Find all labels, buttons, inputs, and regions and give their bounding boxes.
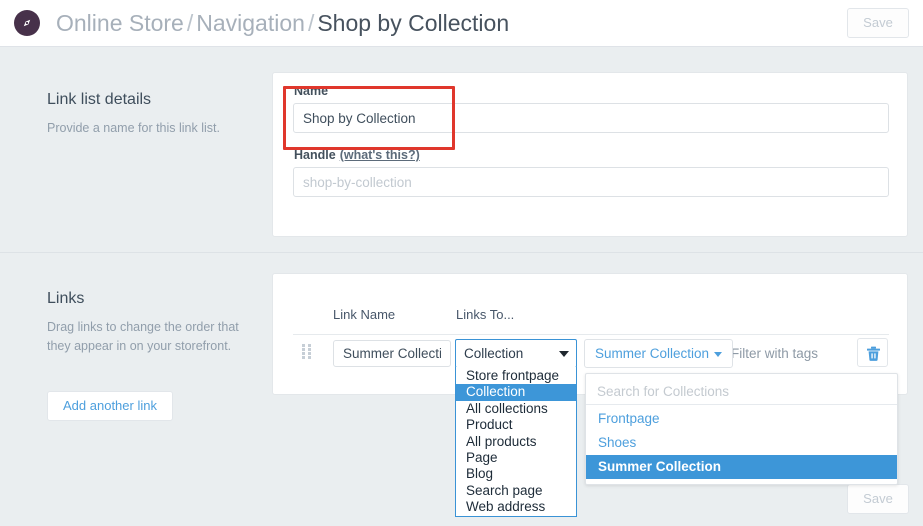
link-type-option[interactable]: Search page <box>456 483 576 499</box>
collection-picker-label: Summer Collection <box>595 346 709 361</box>
delete-link-button[interactable] <box>857 338 888 367</box>
collection-picker-button[interactable]: Summer Collection <box>584 339 733 368</box>
collection-search-popover: FrontpageShoesSummer Collection <box>585 373 898 485</box>
link-list-details-section: Link list details Provide a name for thi… <box>0 47 923 251</box>
link-type-option[interactable]: Web address <box>456 499 576 515</box>
link-name-input[interactable] <box>333 340 451 367</box>
links-description: Drag links to change the order that they… <box>47 318 252 356</box>
section-divider <box>0 252 923 253</box>
link-type-option[interactable]: Page <box>456 450 576 466</box>
link-type-select[interactable]: Collection <box>455 339 577 368</box>
page-root: Online Store/Navigation/Shop by Collecti… <box>0 0 923 526</box>
save-button-top[interactable]: Save <box>847 8 909 38</box>
chevron-down-icon <box>559 351 569 357</box>
link-type-select-value: Collection <box>464 340 523 367</box>
page-title: Shop by Collection <box>317 10 509 36</box>
add-another-link-button[interactable]: Add another link <box>47 391 173 421</box>
details-card: Name Handle (what's this?) <box>272 72 908 237</box>
link-type-option[interactable]: All products <box>456 434 576 450</box>
table-header-rule <box>293 334 889 335</box>
collection-search-input[interactable] <box>585 378 898 405</box>
column-header-links-to: Links To... <box>456 307 514 322</box>
links-side-label: Links Drag links to change the order tha… <box>47 290 252 356</box>
breadcrumb-navigation[interactable]: Navigation <box>196 10 305 36</box>
breadcrumb-separator-1: / <box>187 10 193 36</box>
link-type-option[interactable]: Store frontpage <box>456 368 576 384</box>
link-type-option-list[interactable]: Store frontpageCollectionAll collections… <box>455 367 577 517</box>
breadcrumb-online-store[interactable]: Online Store <box>56 10 184 36</box>
save-button-bottom[interactable]: Save <box>847 484 909 514</box>
details-heading: Link list details <box>47 91 252 109</box>
drag-handle-icon[interactable] <box>302 344 311 360</box>
links-heading: Links <box>47 290 252 308</box>
link-type-option[interactable]: Collection <box>456 384 576 400</box>
whats-this-link[interactable]: (what's this?) <box>340 148 420 162</box>
column-header-link-name: Link Name <box>333 307 395 322</box>
collection-list-item[interactable]: Summer Collection <box>586 455 898 479</box>
filter-with-tags-label[interactable]: Filter with tags <box>731 339 818 368</box>
header-bar: Online Store/Navigation/Shop by Collecti… <box>0 0 923 47</box>
collection-list-item[interactable]: Frontpage <box>586 407 898 431</box>
breadcrumb-separator-2: / <box>308 10 314 36</box>
compass-icon <box>14 10 40 36</box>
details-side-label: Link list details Provide a name for thi… <box>47 91 252 138</box>
handle-label-text: Handle <box>294 148 336 162</box>
caret-down-icon <box>714 352 722 357</box>
name-input[interactable] <box>293 103 889 133</box>
details-description: Provide a name for this link list. <box>47 119 252 138</box>
collection-results-list: FrontpageShoesSummer Collection <box>586 407 898 479</box>
trash-icon <box>866 346 881 362</box>
link-type-option[interactable]: Blog <box>456 466 576 482</box>
handle-input[interactable] <box>293 167 889 197</box>
handle-field-label: Handle (what's this?) <box>294 148 420 162</box>
link-type-option[interactable]: Product <box>456 417 576 433</box>
link-type-option[interactable]: All collections <box>456 401 576 417</box>
breadcrumb: Online Store/Navigation/Shop by Collecti… <box>56 5 509 41</box>
name-field-label: Name <box>294 84 328 98</box>
collection-list-item[interactable]: Shoes <box>586 431 898 455</box>
